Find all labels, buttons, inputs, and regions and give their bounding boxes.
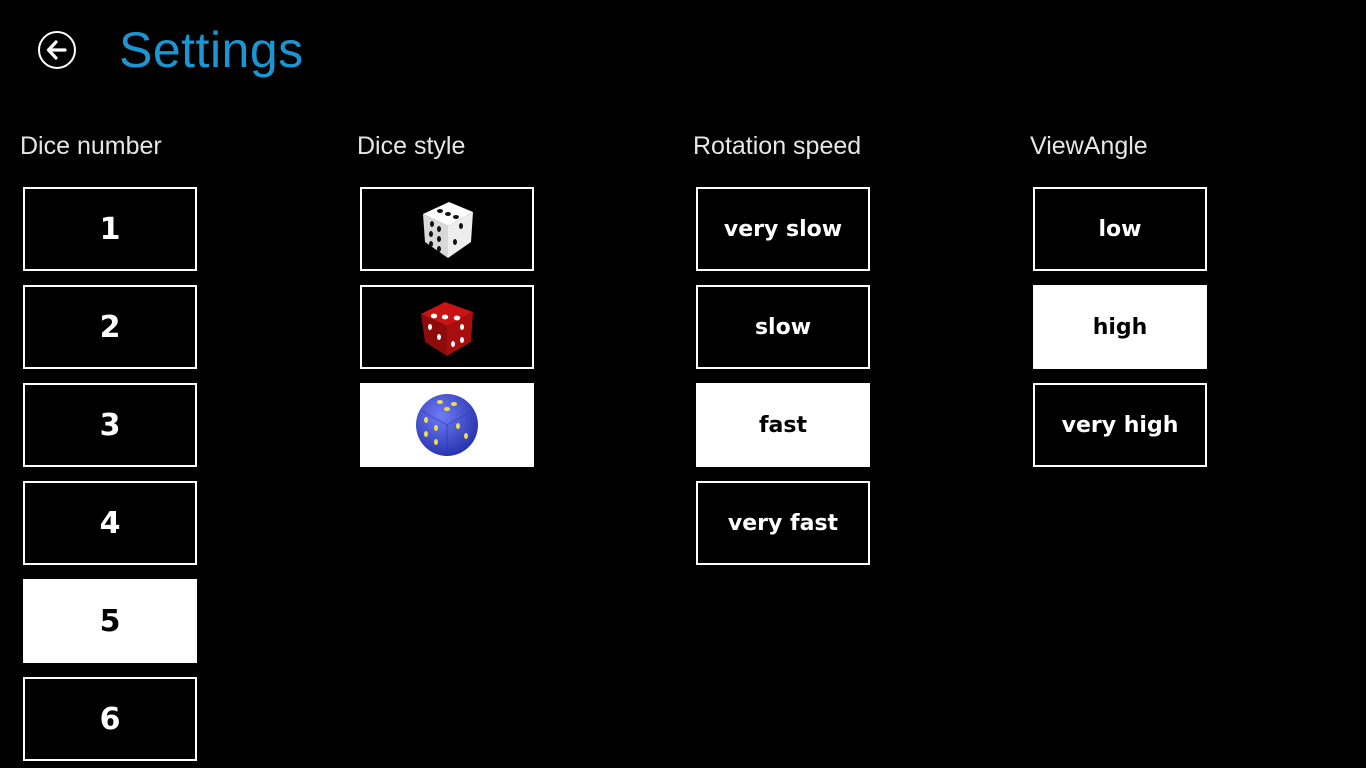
dice-number-label: Dice number xyxy=(20,132,162,160)
dice-style-label: Dice style xyxy=(357,132,466,160)
dice-number-group: Dice number 1 2 3 4 5 6 xyxy=(20,131,220,761)
white-dice-icon xyxy=(423,202,473,258)
dice-number-option-4[interactable]: 4 xyxy=(23,481,197,565)
red-dice-icon xyxy=(421,302,473,356)
view-angle-option-high[interactable]: high xyxy=(1033,285,1207,369)
blue-dice-icon xyxy=(416,394,478,456)
dice-style-option-white[interactable] xyxy=(360,187,534,271)
dice-style-group: Dice style xyxy=(357,131,557,467)
rotation-speed-label: Rotation speed xyxy=(693,132,862,160)
rotation-speed-option-very-fast[interactable]: very fast xyxy=(696,481,870,565)
rotation-speed-option-very-slow[interactable]: very slow xyxy=(696,187,870,271)
page-title: Settings xyxy=(119,22,304,78)
back-button[interactable] xyxy=(38,31,76,69)
dice-number-option-6[interactable]: 6 xyxy=(23,677,197,761)
dice-number-option-1[interactable]: 1 xyxy=(23,187,197,271)
dice-style-option-red[interactable] xyxy=(360,285,534,369)
settings-page: Settings Dice number 1 2 3 4 5 6 Dice st… xyxy=(0,0,1366,768)
view-angle-group: ViewAngle low high very high xyxy=(1030,131,1230,467)
back-arrow-icon xyxy=(46,40,67,60)
view-angle-option-very-high[interactable]: very high xyxy=(1033,383,1207,467)
rotation-speed-option-fast[interactable]: fast xyxy=(696,383,870,467)
rotation-speed-group: Rotation speed very slow slow fast very … xyxy=(693,131,893,565)
dice-style-option-blue[interactable] xyxy=(360,383,534,467)
dice-number-option-5[interactable]: 5 xyxy=(23,579,197,663)
view-angle-label: ViewAngle xyxy=(1030,132,1148,160)
dice-number-option-2[interactable]: 2 xyxy=(23,285,197,369)
view-angle-option-low[interactable]: low xyxy=(1033,187,1207,271)
dice-number-option-3[interactable]: 3 xyxy=(23,383,197,467)
rotation-speed-option-slow[interactable]: slow xyxy=(696,285,870,369)
